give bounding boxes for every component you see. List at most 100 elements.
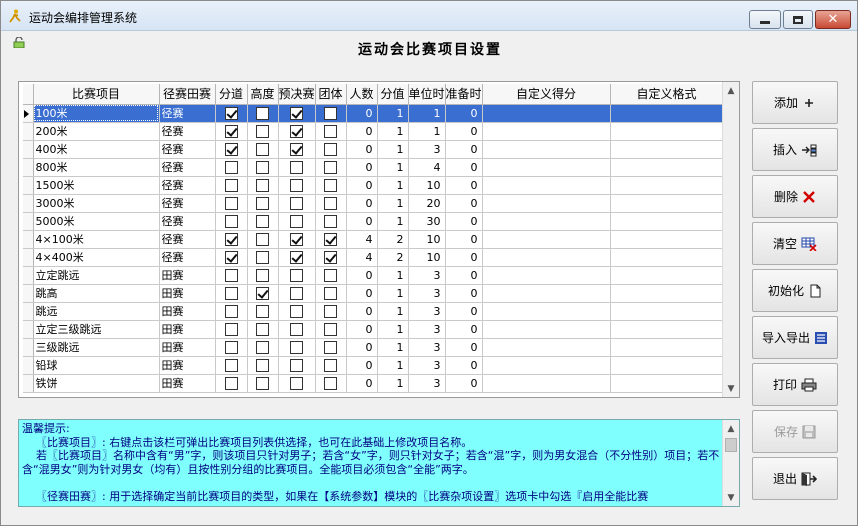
- lane-checkbox[interactable]: [224, 124, 238, 138]
- unit-time-cell[interactable]: 3: [408, 302, 446, 321]
- event-type-cell[interactable]: 田赛: [159, 320, 216, 339]
- prelim-checkbox[interactable]: [290, 250, 303, 264]
- custom-score-cell[interactable]: [482, 266, 611, 285]
- team-checkbox[interactable]: [324, 304, 338, 318]
- score-cell[interactable]: 1: [377, 140, 409, 159]
- prelim-checkbox[interactable]: [290, 196, 303, 210]
- score-cell[interactable]: 1: [377, 176, 409, 195]
- prep-time-cell[interactable]: 0: [445, 320, 483, 339]
- people-cell[interactable]: 0: [346, 122, 378, 141]
- prep-time-cell[interactable]: 0: [445, 176, 483, 195]
- delete-button[interactable]: 删除: [752, 175, 838, 218]
- prep-time-cell[interactable]: 0: [445, 266, 483, 285]
- custom-score-cell[interactable]: [482, 212, 611, 231]
- table-row[interactable]: 铁饼 田赛 0 1 3 0: [23, 374, 724, 393]
- score-cell[interactable]: 1: [377, 122, 409, 141]
- row-indicator[interactable]: [23, 248, 34, 267]
- prelim-checkbox[interactable]: [290, 160, 303, 174]
- prelim-checkbox[interactable]: [290, 268, 303, 282]
- height-checkbox[interactable]: [256, 268, 269, 282]
- lane-checkbox[interactable]: [224, 250, 238, 264]
- team-checkbox[interactable]: [324, 268, 338, 282]
- table-row[interactable]: 400米 径赛 0 1 3 0: [23, 140, 724, 159]
- lane-checkbox[interactable]: [224, 142, 238, 156]
- row-indicator[interactable]: [23, 140, 34, 159]
- people-cell[interactable]: 4: [346, 230, 378, 249]
- prelim-checkbox[interactable]: [290, 286, 303, 300]
- event-name-cell[interactable]: 三级跳远: [33, 338, 160, 357]
- event-type-cell[interactable]: 田赛: [159, 374, 216, 393]
- custom-format-cell[interactable]: [610, 374, 724, 393]
- prelim-checkbox[interactable]: [290, 304, 303, 318]
- title-bar[interactable]: 运动会编排管理系统 ✕: [1, 1, 857, 31]
- unit-time-cell[interactable]: 4: [408, 158, 446, 177]
- lane-checkbox[interactable]: [224, 322, 238, 336]
- score-cell[interactable]: 1: [377, 338, 409, 357]
- people-cell[interactable]: 0: [346, 374, 378, 393]
- scroll-up-icon[interactable]: ▲: [723, 420, 739, 437]
- prep-time-cell[interactable]: 0: [445, 374, 483, 393]
- table-row[interactable]: 3000米 径赛 0 1 20 0: [23, 194, 724, 213]
- lane-checkbox[interactable]: [224, 340, 238, 354]
- height-checkbox[interactable]: [256, 124, 269, 138]
- scroll-down-icon[interactable]: ▼: [723, 489, 739, 506]
- maximize-button[interactable]: [783, 10, 813, 29]
- event-type-cell[interactable]: 径赛: [159, 158, 216, 177]
- height-checkbox[interactable]: [256, 142, 269, 156]
- prelim-checkbox[interactable]: [290, 358, 303, 372]
- scroll-down-icon[interactable]: ▼: [723, 380, 739, 397]
- row-indicator[interactable]: [23, 266, 34, 285]
- event-name-cell[interactable]: 立定跳远: [33, 266, 160, 285]
- team-checkbox[interactable]: [324, 160, 338, 174]
- custom-score-cell[interactable]: [482, 194, 611, 213]
- height-checkbox[interactable]: [256, 304, 269, 318]
- lane-checkbox[interactable]: [224, 160, 238, 174]
- team-checkbox[interactable]: [324, 250, 338, 264]
- team-checkbox[interactable]: [324, 196, 338, 210]
- people-cell[interactable]: 0: [346, 158, 378, 177]
- unit-time-cell[interactable]: 30: [408, 212, 446, 231]
- score-cell[interactable]: 1: [377, 194, 409, 213]
- height-checkbox[interactable]: [256, 214, 269, 228]
- event-name-cell[interactable]: 立定三级跳远: [33, 320, 160, 339]
- lane-checkbox[interactable]: [224, 214, 238, 228]
- event-type-cell[interactable]: 径赛: [159, 230, 216, 249]
- row-indicator[interactable]: [23, 122, 34, 141]
- event-name-cell[interactable]: 400米: [33, 140, 160, 159]
- score-cell[interactable]: 1: [377, 374, 409, 393]
- prep-time-cell[interactable]: 0: [445, 158, 483, 177]
- column-header[interactable]: 径赛田赛: [159, 84, 216, 105]
- prep-time-cell[interactable]: 0: [445, 140, 483, 159]
- column-header[interactable]: 人数: [346, 84, 378, 105]
- event-type-cell[interactable]: 田赛: [159, 302, 216, 321]
- prelim-checkbox[interactable]: [290, 142, 303, 156]
- custom-score-cell[interactable]: [482, 320, 611, 339]
- row-indicator[interactable]: [23, 194, 34, 213]
- table-row[interactable]: 立定跳远 田赛 0 1 3 0: [23, 266, 724, 285]
- custom-score-cell[interactable]: [482, 176, 611, 195]
- team-checkbox[interactable]: [324, 106, 338, 120]
- score-cell[interactable]: 2: [377, 230, 409, 249]
- prep-time-cell[interactable]: 0: [445, 302, 483, 321]
- event-type-cell[interactable]: 径赛: [159, 248, 216, 267]
- lane-checkbox[interactable]: [224, 106, 238, 120]
- height-checkbox[interactable]: [256, 232, 269, 246]
- prep-time-cell[interactable]: 0: [445, 212, 483, 231]
- custom-format-cell[interactable]: [610, 158, 724, 177]
- prelim-checkbox[interactable]: [290, 178, 303, 192]
- event-name-cell[interactable]: 4×100米: [33, 230, 160, 249]
- event-name-cell[interactable]: 1500米: [33, 176, 160, 195]
- prep-time-cell[interactable]: 0: [445, 248, 483, 267]
- table-row[interactable]: 跳高 田赛 0 1 3 0: [23, 284, 724, 303]
- row-indicator[interactable]: [23, 338, 34, 357]
- prelim-checkbox[interactable]: [290, 340, 303, 354]
- row-indicator[interactable]: [23, 158, 34, 177]
- lane-checkbox[interactable]: [224, 178, 238, 192]
- event-name-cell[interactable]: 铁饼: [33, 374, 160, 393]
- prelim-checkbox[interactable]: [290, 214, 303, 228]
- column-header[interactable]: 自定义得分: [482, 84, 611, 105]
- lane-checkbox[interactable]: [224, 268, 238, 282]
- custom-format-cell[interactable]: [610, 176, 724, 195]
- custom-score-cell[interactable]: [482, 230, 611, 249]
- table-row[interactable]: 4×400米 径赛 4 2 10 0: [23, 248, 724, 267]
